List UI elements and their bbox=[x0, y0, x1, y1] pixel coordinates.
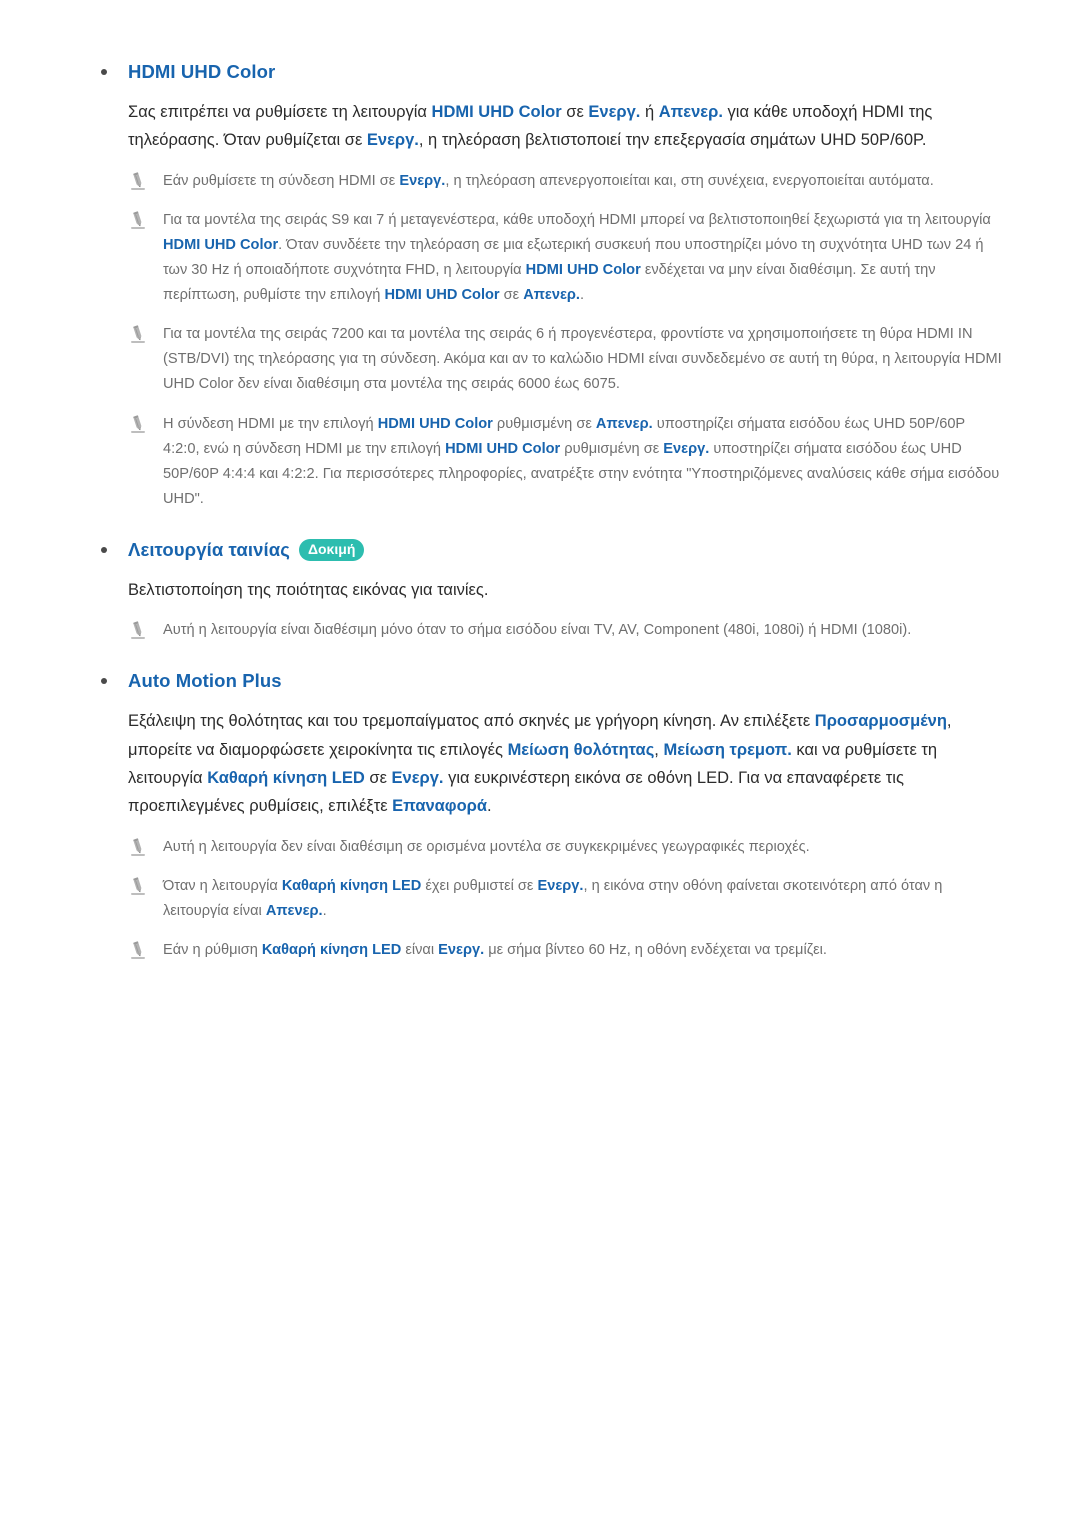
note-item: Αυτή η λειτουργία δεν είναι διαθέσιμη σε… bbox=[98, 835, 1002, 860]
pencil-icon bbox=[128, 210, 148, 230]
heading-hdmi-uhd-color: HDMI UHD Color bbox=[98, 60, 1002, 84]
note-run: Όταν η λειτουργία bbox=[163, 877, 282, 894]
note-text: Εάν η ρύθμιση Καθαρή κίνηση LED είναι Εν… bbox=[163, 942, 827, 958]
note-run: ρυθμισμένη σε bbox=[560, 440, 664, 457]
heading-movie-mode: Λειτουργία ταινίας Δοκιμή bbox=[98, 538, 1002, 562]
note-run: ρυθμισμένη σε bbox=[492, 415, 596, 432]
note-text: Αυτή η λειτουργία είναι διαθέσιμη μόνο ό… bbox=[163, 622, 911, 638]
note-text: Η σύνδεση HDMI με την επιλογή HDMI UHD C… bbox=[163, 416, 999, 507]
section-movie-mode: Λειτουργία ταινίας Δοκιμή Βελτιστοποίηση τ… bbox=[98, 538, 1002, 643]
body-paragraph-hdmi-uhd-color: Σας επιτρέπει να ρυθμίσετε τη λειτουργία… bbox=[98, 98, 1000, 155]
notes-list-auto-motion-plus: Αυτή η λειτουργία δεν είναι διαθέσιμη σε… bbox=[98, 835, 1002, 963]
note-run: είναι bbox=[401, 942, 439, 959]
body-emphasis: Καθαρή κίνηση LED bbox=[207, 769, 365, 788]
note-run: , η τηλεόραση απενεργοποιείται και, στη … bbox=[445, 172, 934, 189]
section-auto-motion-plus: Auto Motion Plus Εξάλειψη της θολότητας κ… bbox=[98, 669, 1002, 963]
note-run: με σήμα βίντεο 60 Hz, η οθόνη ενδέχεται … bbox=[484, 942, 827, 959]
body-run: Βελτιστοποίηση της ποιότητας εικόνας για… bbox=[128, 580, 489, 599]
note-emphasis: Ενεργ. bbox=[537, 877, 584, 894]
note-run: Για τα μοντέλα της σειράς S9 και 7 ή μετ… bbox=[163, 211, 991, 228]
body-paragraph-auto-motion-plus: Εξάλειψη της θολότητας και του τρεμοπαίγ… bbox=[98, 707, 1000, 821]
note-run: Για τα μοντέλα της σειράς 7200 και τα μο… bbox=[163, 326, 1002, 393]
note-item: Εάν ρυθμίσετε τη σύνδεση HDMI σε Ενεργ.,… bbox=[98, 169, 1002, 194]
try-now-badge[interactable]: Δοκιμή bbox=[298, 538, 365, 561]
manual-page: HDMI UHD Color Σας επιτρέπει να ρυθμίσετε… bbox=[0, 0, 1080, 1527]
body-emphasis: Ενεργ. bbox=[391, 769, 444, 788]
note-item: Για τα μοντέλα της σειράς S9 και 7 ή μετ… bbox=[98, 208, 1002, 308]
note-text: Εάν ρυθμίσετε τη σύνδεση HDMI σε Ενεργ.,… bbox=[163, 173, 934, 189]
note-emphasis: Ενεργ. bbox=[399, 172, 446, 189]
body-run: Σας επιτρέπει να ρυθμίσετε τη λειτουργία bbox=[128, 103, 432, 121]
note-run: Αυτή η λειτουργία δεν είναι διαθέσιμη σε… bbox=[163, 838, 810, 855]
notes-list-movie-mode: Αυτή η λειτουργία είναι διαθέσιμη μόνο ό… bbox=[98, 618, 1002, 643]
section-hdmi-uhd-color: HDMI UHD Color Σας επιτρέπει να ρυθμίσετε… bbox=[98, 60, 1002, 512]
body-emphasis: Μείωση τρεμοπ. bbox=[663, 740, 792, 759]
note-item: Όταν η λειτουργία Καθαρή κίνηση LED έχει… bbox=[98, 874, 1002, 924]
note-run: Εάν ρυθμίσετε τη σύνδεση HDMI σε bbox=[163, 172, 400, 189]
note-item: Εάν η ρύθμιση Καθαρή κίνηση LED είναι Εν… bbox=[98, 938, 1002, 963]
pencil-icon bbox=[128, 620, 148, 640]
note-emphasis: HDMI UHD Color bbox=[163, 236, 279, 253]
note-emphasis: Απενερ. bbox=[523, 287, 580, 304]
heading-label: Auto Motion Plus bbox=[128, 670, 282, 692]
pencil-icon bbox=[128, 171, 148, 191]
pencil-icon bbox=[128, 414, 148, 434]
note-text: Αυτή η λειτουργία δεν είναι διαθέσιμη σε… bbox=[163, 839, 810, 855]
body-run: Εξάλειψη της θολότητας και του τρεμοπαίγ… bbox=[128, 712, 815, 731]
notes-list-hdmi-uhd-color: Εάν ρυθμίσετε τη σύνδεση HDMI σε Ενεργ.,… bbox=[98, 169, 1002, 512]
body-run: σε bbox=[364, 769, 392, 788]
body-run: σε bbox=[561, 103, 589, 121]
body-emphasis: Επαναφορά bbox=[392, 797, 488, 816]
pencil-icon bbox=[128, 876, 148, 896]
note-item: Αυτή η λειτουργία είναι διαθέσιμη μόνο ό… bbox=[98, 618, 1002, 643]
pencil-icon bbox=[128, 324, 148, 344]
body-emphasis: HDMI UHD Color bbox=[431, 103, 562, 121]
heading-auto-motion-plus: Auto Motion Plus bbox=[98, 669, 1002, 693]
pencil-icon bbox=[128, 940, 148, 960]
body-emphasis: Ενεργ. bbox=[588, 103, 641, 121]
note-emphasis: HDMI UHD Color bbox=[384, 287, 500, 304]
pencil-icon bbox=[128, 837, 148, 857]
note-item: Για τα μοντέλα της σειράς 7200 και τα μο… bbox=[98, 322, 1002, 397]
body-run: ή bbox=[640, 103, 659, 121]
manual-content: HDMI UHD Color Σας επιτρέπει να ρυθμίσετε… bbox=[98, 60, 1002, 963]
body-paragraph-movie-mode: Βελτιστοποίηση της ποιότητας εικόνας για… bbox=[98, 576, 1000, 604]
body-emphasis: Ενεργ. bbox=[366, 131, 419, 150]
body-run: . bbox=[487, 797, 492, 816]
body-emphasis: Μείωση θολότητας bbox=[507, 740, 655, 759]
note-run: Εάν η ρύθμιση bbox=[163, 942, 262, 959]
note-text: Όταν η λειτουργία Καθαρή κίνηση LED έχει… bbox=[163, 878, 942, 919]
heading-label: HDMI UHD Color bbox=[128, 60, 276, 82]
note-emphasis: Καθαρή κίνηση LED bbox=[281, 877, 422, 894]
note-emphasis: Καθαρή κίνηση LED bbox=[261, 942, 402, 959]
note-emphasis: HDMI UHD Color bbox=[525, 262, 641, 279]
note-emphasis: HDMI UHD Color bbox=[377, 415, 493, 432]
note-run: . bbox=[579, 287, 585, 304]
heading-label: Λειτουργία ταινίας bbox=[128, 538, 290, 560]
note-item: Η σύνδεση HDMI με την επιλογή HDMI UHD C… bbox=[98, 412, 1002, 512]
note-run: σε bbox=[499, 287, 524, 304]
body-emphasis: Απενερ. bbox=[658, 103, 723, 121]
note-emphasis: HDMI UHD Color bbox=[445, 440, 561, 457]
note-run: Αυτή η λειτουργία είναι διαθέσιμη μόνο ό… bbox=[163, 622, 912, 639]
body-run: , η τηλεόραση βελτιστοποιεί την επεξεργα… bbox=[418, 131, 927, 150]
note-emphasis: Απενερ. bbox=[265, 903, 323, 920]
note-emphasis: Απενερ. bbox=[595, 415, 653, 432]
note-text: Για τα μοντέλα της σειράς 7200 και τα μο… bbox=[163, 326, 1002, 392]
note-emphasis: Ενεργ. bbox=[438, 942, 485, 959]
note-emphasis: Ενεργ. bbox=[663, 440, 710, 457]
note-run: Η σύνδεση HDMI με την επιλογή bbox=[163, 415, 378, 432]
body-emphasis: Προσαρμοσμένη bbox=[814, 712, 947, 731]
note-run: έχει ρυθμιστεί σε bbox=[421, 877, 538, 894]
note-text: Για τα μοντέλα της σειράς S9 και 7 ή μετ… bbox=[163, 212, 991, 303]
note-run: . bbox=[322, 903, 327, 920]
